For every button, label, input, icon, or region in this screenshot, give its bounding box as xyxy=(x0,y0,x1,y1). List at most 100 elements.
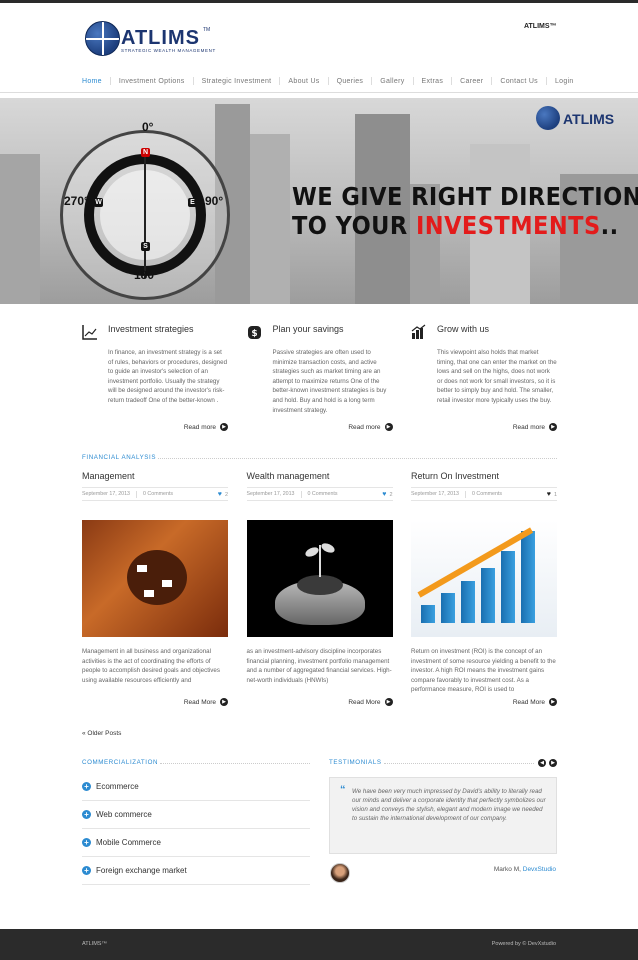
nav-queries[interactable]: Queries xyxy=(337,78,364,85)
post-image-sprout[interactable] xyxy=(246,520,393,637)
features-row: Investment strategies In finance, an inv… xyxy=(82,322,557,431)
heart-icon: ♥ xyxy=(382,491,387,498)
post-meta: September 17, 2013 0 Comments ♥ 2 xyxy=(246,487,393,501)
post-title[interactable]: Return On Investment xyxy=(411,471,557,481)
logo-tagline: STRATEGIC WEALTH MANAGEMENT xyxy=(121,48,216,53)
arrow-right-icon: ▶ xyxy=(220,698,228,706)
post-comments[interactable]: 0 Comments xyxy=(143,491,173,497)
site-logo[interactable]: ATLIMS TM STRATEGIC WEALTH MANAGEMENT xyxy=(85,21,215,57)
plus-icon: + xyxy=(82,810,91,819)
accordion-item-mobile-commerce[interactable]: + Mobile Commerce xyxy=(82,829,310,857)
accordion-label: Ecommerce xyxy=(96,782,139,791)
meta-divider xyxy=(300,490,302,498)
post-meta: September 17, 2013 0 Comments ♥ 2 xyxy=(82,487,228,501)
likes-count: 2 xyxy=(224,491,228,498)
nav-underline xyxy=(0,87,638,93)
leaf-shape xyxy=(303,545,320,559)
paper-shape xyxy=(162,580,172,587)
arrow-right-icon: ▶ xyxy=(384,423,393,431)
read-more-link[interactable]: Read More ▶ xyxy=(348,698,393,706)
post-likes[interactable]: ♥ 2 xyxy=(218,491,228,498)
post-likes[interactable]: ♥ 1 xyxy=(547,491,557,498)
post-excerpt: Return on investment (ROI) is the concep… xyxy=(411,648,556,694)
nav-career[interactable]: Career xyxy=(460,78,483,85)
paper-shape xyxy=(144,590,154,597)
nav-extras[interactable]: Extras xyxy=(422,78,444,85)
section-label-financial: FINANCIAL ANALYSIS xyxy=(82,454,157,461)
footer-credit[interactable]: Powered by © DevXstudio xyxy=(492,941,556,947)
nav-gallery[interactable]: Gallery xyxy=(380,78,404,85)
feature-card: Investment strategies In finance, an inv… xyxy=(82,322,228,431)
meta-divider xyxy=(465,490,467,498)
accordion-label: Foreign exchange market xyxy=(96,866,187,875)
section-divider xyxy=(384,763,534,764)
building xyxy=(250,134,290,304)
quote-icon: “ xyxy=(340,784,346,796)
post-likes[interactable]: ♥ 2 xyxy=(382,491,392,498)
post-card: Return On Investment September 17, 2013 … xyxy=(411,471,557,706)
section-label-commercialization: COMMERCIALIZATION xyxy=(82,759,159,766)
meeting-table xyxy=(127,550,187,605)
hero-slogan: WE GIVE RIGHT DIRECTION TO YOUR INVESTME… xyxy=(292,182,638,240)
arrow-right-icon: ▶ xyxy=(220,423,228,431)
read-more-label: Read more xyxy=(512,423,545,431)
accordion-item-forex[interactable]: + Foreign exchange market xyxy=(82,857,310,885)
bar-shape xyxy=(501,551,515,623)
commercialization-list: + Ecommerce + Web commerce + Mobile Commerc… xyxy=(82,773,310,885)
bar-shape xyxy=(521,531,535,623)
post-comments[interactable]: 0 Comments xyxy=(308,491,338,497)
nav-divider xyxy=(412,77,414,85)
read-more-label: Read More xyxy=(512,698,545,706)
nav-divider xyxy=(371,77,373,85)
nav-about-us[interactable]: About Us xyxy=(288,78,319,85)
footer-brand: ATLIMS™ xyxy=(82,941,107,947)
read-more-link[interactable]: Read more ▶ xyxy=(184,423,228,431)
post-comments[interactable]: 0 Comments xyxy=(472,491,502,497)
older-posts-link[interactable]: « Older Posts xyxy=(82,730,121,737)
paper-shape xyxy=(137,565,147,572)
chart-icon xyxy=(82,324,98,340)
plus-icon: + xyxy=(82,782,91,791)
feature-card: $ Plan your savings Passive strategies a… xyxy=(247,322,393,431)
accordion-item-ecommerce[interactable]: + Ecommerce xyxy=(82,773,310,801)
logo-name: ATLIMS xyxy=(121,27,200,49)
read-more-label: Read more xyxy=(183,423,216,431)
site-header: ATLIMS TM STRATEGIC WEALTH MANAGEMENT AT… xyxy=(0,3,638,69)
post-date: September 17, 2013 xyxy=(82,491,131,497)
post-image-bar-chart[interactable] xyxy=(411,520,557,637)
nav-divider xyxy=(192,77,194,85)
nav-investment-options[interactable]: Investment Options xyxy=(119,78,185,85)
trend-arrow xyxy=(417,527,534,598)
post-image-meeting[interactable] xyxy=(82,520,228,637)
post-title[interactable]: Wealth management xyxy=(247,471,393,481)
meta-divider xyxy=(136,490,138,498)
next-testimonial-button[interactable]: ▶ xyxy=(549,759,557,767)
bar-shape xyxy=(421,605,435,623)
read-more-link[interactable]: Read More ▶ xyxy=(184,698,228,706)
nav-strategic-investment[interactable]: Strategic Investment xyxy=(202,78,272,85)
soil-shape xyxy=(296,575,343,595)
read-more-link[interactable]: Read more ▶ xyxy=(348,423,393,431)
likes-count: 1 xyxy=(553,491,557,498)
nav-contact-us[interactable]: Contact Us xyxy=(500,78,538,85)
slogan-highlight: INVESTMENTS xyxy=(415,211,601,240)
likes-count: 2 xyxy=(389,491,393,498)
compass-south: S xyxy=(141,242,150,251)
author-company-link[interactable]: DevxStudio xyxy=(523,866,556,873)
globe-logo-icon xyxy=(85,21,120,56)
logo-trademark: TM xyxy=(203,27,211,33)
hero-logo-text: ATLIMS xyxy=(563,111,615,127)
slogan-line-2: TO YOUR INVESTMENTS.. xyxy=(292,211,638,240)
prev-testimonial-button[interactable]: ◀ xyxy=(538,759,546,767)
compass-north: N xyxy=(141,148,150,157)
nav-home[interactable]: Home xyxy=(82,78,102,85)
accordion-item-web-commerce[interactable]: + Web commerce xyxy=(82,801,310,829)
nav-login[interactable]: Login xyxy=(555,78,574,85)
feature-text: This viewpoint also holds that market ti… xyxy=(437,349,557,404)
read-more-link[interactable]: Read More ▶ xyxy=(513,698,557,706)
main-nav: Home Investment Options Strategic Invest… xyxy=(0,69,638,93)
read-more-link[interactable]: Read more ▶ xyxy=(513,423,557,431)
post-title[interactable]: Management xyxy=(82,471,228,481)
posts-row: Management September 17, 2013 0 Comments… xyxy=(82,471,557,706)
feature-text: Passive strategies are often used to min… xyxy=(272,349,387,414)
